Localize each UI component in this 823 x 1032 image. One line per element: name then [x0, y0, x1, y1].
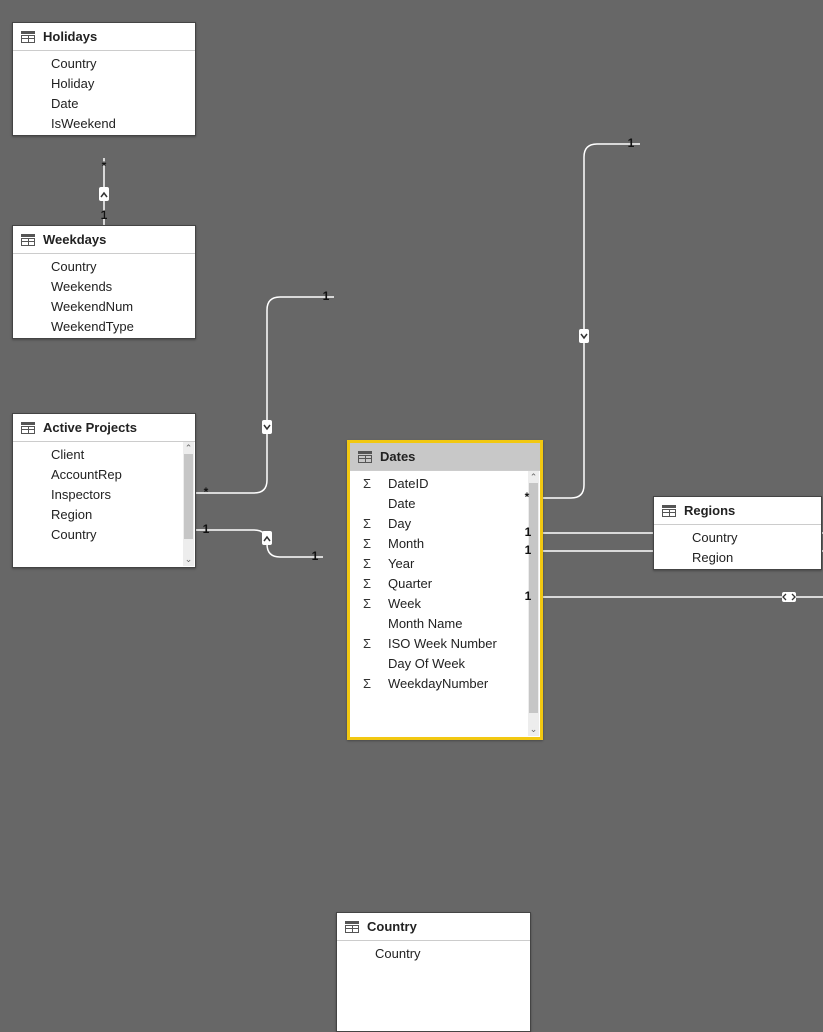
field-item[interactable]: AccountRep [13, 464, 183, 484]
direction-arrow-icon [577, 326, 591, 346]
direction-arrow-icon [260, 417, 274, 437]
table-title: Active Projects [43, 420, 137, 435]
field-item[interactable]: WeekdayNumber [350, 673, 528, 693]
scroll-down-icon[interactable]: ⌄ [530, 725, 538, 734]
field-item[interactable]: WeekendNum [13, 296, 195, 316]
card-label: * [199, 485, 213, 499]
sigma-icon [358, 636, 376, 651]
field-item[interactable]: Day [350, 513, 528, 533]
field-item[interactable]: Date [13, 93, 195, 113]
table-icon [662, 505, 676, 517]
table-header[interactable]: Active Projects [13, 414, 195, 442]
card-label: 1 [199, 522, 213, 536]
field-item[interactable]: Region [13, 504, 183, 524]
field-item[interactable]: Month [350, 533, 528, 553]
table-header[interactable]: Dates [350, 443, 540, 471]
field-list: Client AccountRep Inspectors Region Coun… [13, 442, 195, 546]
table-title: Holidays [43, 29, 97, 44]
field-list: Country Holiday Date IsWeekend [13, 51, 195, 135]
field-item[interactable]: Country [654, 527, 821, 547]
scroll-down-icon[interactable]: ⌄ [185, 555, 193, 564]
sigma-icon [358, 476, 376, 491]
field-item[interactable]: Region [654, 547, 821, 567]
card-label: 1 [308, 549, 322, 563]
table-title: Regions [684, 503, 735, 518]
table-active-projects[interactable]: Active Projects Client AccountRep Inspec… [12, 413, 196, 568]
sigma-icon [358, 516, 376, 531]
field-item[interactable]: Client [13, 444, 183, 464]
scroll-up-icon[interactable]: ⌃ [185, 444, 193, 453]
field-list: DateID Date Day Month Year Quarter Week … [350, 471, 540, 695]
table-title: Weekdays [43, 232, 106, 247]
table-country[interactable]: Country Country [336, 912, 531, 1032]
sigma-icon [358, 576, 376, 591]
field-list: Country Region [654, 525, 821, 569]
field-item[interactable]: Date [350, 493, 528, 513]
table-title: Country [367, 919, 417, 934]
field-item[interactable]: Country [13, 256, 195, 276]
table-icon [345, 921, 359, 933]
direction-arrow-both-icon [779, 590, 799, 604]
field-item[interactable]: IsWeekend [13, 113, 195, 133]
field-item[interactable]: Year [350, 553, 528, 573]
sigma-icon [358, 676, 376, 691]
table-title: Dates [380, 449, 415, 464]
table-header[interactable]: Holidays [13, 23, 195, 51]
scrollbar[interactable]: ⌃ ⌄ [528, 471, 539, 736]
table-icon [21, 31, 35, 43]
table-icon [21, 422, 35, 434]
field-item[interactable]: Month Name [350, 613, 528, 633]
field-item[interactable]: Country [13, 524, 183, 544]
table-weekdays[interactable]: Weekdays Country Weekends WeekendNum Wee… [12, 225, 196, 339]
card-label: 1 [624, 136, 638, 150]
scroll-thumb[interactable] [529, 483, 538, 713]
sigma-icon [358, 556, 376, 571]
direction-arrow-icon [260, 528, 274, 548]
card-label: * [97, 159, 111, 173]
field-item[interactable]: Week [350, 593, 528, 613]
field-item[interactable]: Quarter [350, 573, 528, 593]
table-header[interactable]: Weekdays [13, 226, 195, 254]
field-item[interactable]: Country [337, 943, 530, 963]
card-label: 1 [97, 208, 111, 222]
field-item[interactable]: Inspectors [13, 484, 183, 504]
sigma-icon [358, 536, 376, 551]
scroll-thumb[interactable] [184, 454, 193, 539]
field-item[interactable]: WeekendType [13, 316, 195, 336]
field-list: Country [337, 941, 530, 965]
table-header[interactable]: Country [337, 913, 530, 941]
table-icon [21, 234, 35, 246]
sigma-icon [358, 596, 376, 611]
field-item[interactable]: DateID [350, 473, 528, 493]
field-list: Country Weekends WeekendNum WeekendType [13, 254, 195, 338]
card-label: 1 [319, 289, 333, 303]
table-header[interactable]: Regions [654, 497, 821, 525]
field-item[interactable]: Holiday [13, 73, 195, 93]
field-item[interactable]: Weekends [13, 276, 195, 296]
field-item[interactable]: Day Of Week [350, 653, 528, 673]
field-item[interactable]: ISO Week Number [350, 633, 528, 653]
table-holidays[interactable]: Holidays Country Holiday Date IsWeekend [12, 22, 196, 136]
scroll-up-icon[interactable]: ⌃ [530, 473, 538, 482]
table-regions[interactable]: Regions Country Region [653, 496, 822, 570]
table-icon [358, 451, 372, 463]
field-item[interactable]: Country [13, 53, 195, 73]
table-dates[interactable]: Dates DateID Date Day Month Year Quarter… [347, 440, 543, 740]
direction-arrow-icon [97, 184, 111, 204]
scrollbar[interactable]: ⌃ ⌄ [183, 442, 194, 566]
